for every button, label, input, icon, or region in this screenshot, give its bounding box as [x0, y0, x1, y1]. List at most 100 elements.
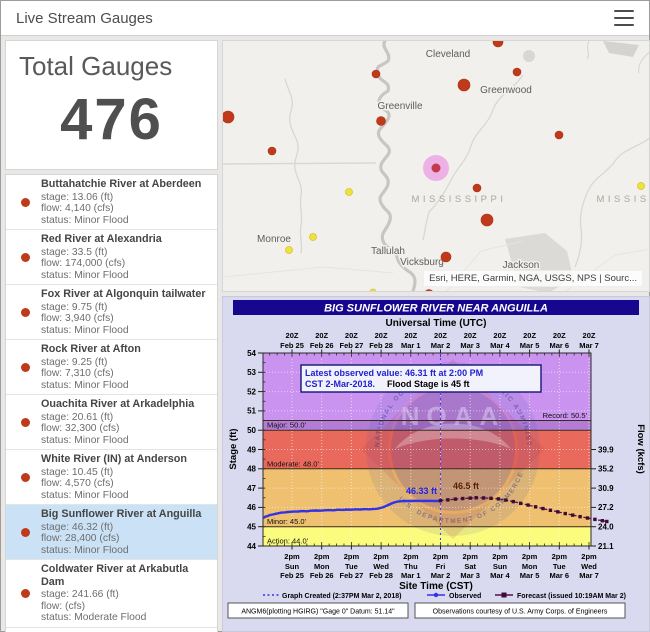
flow-tick-label: 39.9	[598, 445, 614, 454]
latest-observed-line1: Latest observed value: 46.31 ft at 2:00 …	[305, 368, 483, 378]
gauge-status-dot	[21, 473, 30, 482]
utc-time-label: 20Z	[404, 331, 417, 340]
watermark-noaa: NOAA	[401, 401, 506, 431]
cst-time-label: 2pm	[314, 552, 330, 561]
gauge-marker-red[interactable]	[268, 147, 276, 155]
gauge-marker-yellow[interactable]	[310, 234, 317, 241]
list-item[interactable]: Big Sunflower River at Anguillastage: 46…	[6, 505, 217, 560]
cst-date-label: Mar 3	[460, 571, 480, 580]
stage-tick-label: 52	[247, 387, 256, 396]
flow-tick-label: 30.9	[598, 484, 614, 493]
app-header: Live Stream Gauges	[1, 1, 649, 36]
forecast-point	[469, 496, 472, 499]
gauge-marker-yellow[interactable]	[286, 247, 293, 254]
forecast-point	[439, 499, 442, 502]
map-canvas[interactable]: ClevelandGreenvilleGreenwoodMonroeTallul…	[223, 41, 650, 292]
list-item[interactable]: Red River at Alexandriastage: 33.5 (ft)f…	[6, 230, 217, 285]
flow-axis-title: Flow (kcfs)	[635, 424, 646, 474]
flow-tick-label: 35.2	[598, 465, 614, 474]
gauge-status-dot	[21, 418, 30, 427]
cst-time-label: 2pm	[433, 552, 449, 561]
cst-day-label: Fri	[436, 562, 446, 571]
forecast-point	[489, 497, 492, 500]
forecast-point	[519, 502, 522, 505]
gauge-marker-yellow[interactable]	[370, 289, 376, 292]
gauge-name: White River (IN) at Anderson	[41, 453, 211, 466]
threshold-label: Minor: 45.0'	[267, 517, 307, 526]
gauge-marker-red[interactable]	[473, 184, 481, 192]
list-item[interactable]: Coldwater River at Arkabutla Damstage: 2…	[6, 560, 217, 628]
gauge-name: Red River at Alexandria	[41, 233, 211, 246]
utc-date-label: Feb 25	[280, 341, 304, 350]
list-item[interactable]: Buttahatchie River at Aberdeenstage: 13.…	[6, 175, 217, 230]
list-item[interactable]: White River (IN) at Andersonstage: 10.45…	[6, 450, 217, 505]
gauge-marker-red[interactable]	[513, 68, 521, 76]
gauge-marker-red[interactable]	[555, 131, 563, 139]
stage-tick-label: 54	[247, 349, 256, 358]
forecast-point	[578, 515, 581, 518]
utc-time-label: 20Z	[375, 331, 388, 340]
forecast-point	[586, 516, 589, 519]
gauge-status-dot	[21, 308, 30, 317]
gauge-status: status: Minor Flood	[41, 325, 211, 337]
gauge-marker-yellow[interactable]	[346, 189, 353, 196]
gauge-status-dot	[21, 253, 30, 262]
list-item[interactable]: Fox River at Algonquin tailwaterstage: 9…	[6, 285, 217, 340]
flow-tick-label: 27.2	[598, 503, 614, 512]
cst-time-label: 2pm	[284, 552, 300, 561]
selected-gauge-marker[interactable]	[432, 164, 441, 173]
flood-stage-note: Flood Stage is 45 ft	[387, 379, 470, 389]
list-item[interactable]: Rock River at Aftonstage: 9.25 (ft)flow:…	[6, 340, 217, 395]
stage-tick-label: 46	[247, 503, 256, 512]
map[interactable]: ClevelandGreenvilleGreenwoodMonroeTallul…	[222, 40, 650, 292]
gauge-name: Rock River at Afton	[41, 343, 211, 356]
stage-tick-label: 44	[247, 542, 256, 551]
utc-time-label: 20Z	[493, 331, 506, 340]
map-attribution: Esri, HERE, Garmin, NGA, USGS, NPS | Sou…	[423, 270, 643, 287]
forecast-point	[474, 496, 477, 499]
list-item[interactable]: Mississippi River at Arkansas Citystage:…	[6, 628, 217, 632]
forecast-point	[601, 519, 604, 522]
cst-day-label: Wed	[581, 562, 597, 571]
flow-tick-label: 24.0	[598, 523, 614, 532]
gauge-marker-red[interactable]	[441, 252, 451, 262]
map-city-label: Vicksburg	[400, 257, 444, 268]
chart-legend: Graph Created (2:37PM Mar 2, 2018) Obser…	[263, 593, 626, 601]
map-city-label: Monroe	[257, 234, 291, 245]
cst-date-label: Mar 2	[431, 571, 451, 580]
forecast-point	[541, 507, 544, 510]
cst-date-label: Mar 4	[490, 571, 510, 580]
gauge-marker-red[interactable]	[223, 111, 234, 123]
gauge-stage: stage: 241.66 (ft)	[41, 589, 211, 601]
utc-time-label: 20Z	[345, 331, 358, 340]
stage-tick-label: 48	[247, 465, 256, 474]
list-item[interactable]: Ouachita River at Arkadelphiastage: 20.6…	[6, 395, 217, 450]
gauge-status-dot	[21, 198, 30, 207]
gauge-marker-red[interactable]	[372, 70, 380, 78]
threshold-label: Major: 50.0'	[267, 421, 307, 430]
map-city-label: Greenville	[377, 101, 422, 112]
gauge-marker-red[interactable]	[458, 79, 470, 91]
chart-title: BIG SUNFLOWER RIVER NEAR ANGUILLA	[324, 303, 548, 315]
forecast-point	[461, 497, 464, 500]
gauge-marker-red[interactable]	[481, 214, 493, 226]
forecast-point	[482, 496, 485, 499]
gauge-marker-yellow[interactable]	[638, 183, 645, 190]
forecast-point	[571, 513, 574, 516]
gauge-flow: flow: 7,310 (cfs)	[41, 368, 211, 380]
gauge-stage: stage: 10.45 (ft)	[41, 467, 211, 479]
cst-day-label: Sun	[493, 562, 508, 571]
cst-time-label: 2pm	[344, 552, 360, 561]
gauge-name: Buttahatchie River at Aberdeen	[41, 178, 211, 191]
utc-time-label: 20Z	[286, 331, 299, 340]
gauge-status: status: Moderate Flood	[41, 612, 211, 624]
forecast-point	[534, 505, 537, 508]
forecast-point	[446, 498, 449, 501]
gauge-name: Fox River at Algonquin tailwater	[41, 288, 211, 301]
utc-date-label: Mar 5	[520, 341, 540, 350]
chart-footnotes: ANGM6(plotting HGIRG) "Gage 0" Datum: 51…	[228, 603, 625, 618]
cst-date-label: Feb 28	[369, 571, 393, 580]
hamburger-menu-icon[interactable]	[614, 8, 634, 28]
gauge-marker-red[interactable]	[377, 117, 386, 126]
gauge-status: status: Minor Flood	[41, 270, 211, 282]
